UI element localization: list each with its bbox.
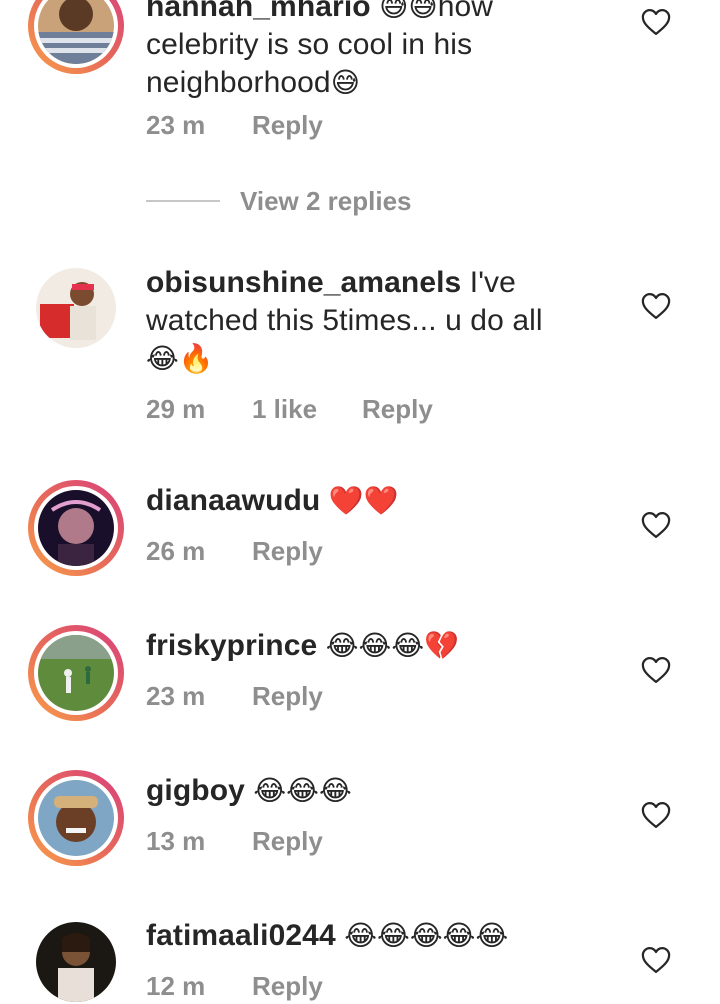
comment-username[interactable]: friskyprince [146,629,317,662]
comment-text: dianaawudu ❤️❤️ [146,482,606,520]
avatar [38,780,114,856]
avatar [38,490,114,566]
view-replies-button[interactable]: View 2 replies [240,186,412,217]
comment-username[interactable]: fatimaali0244 [146,919,336,952]
comment-time: 23 m [146,110,206,140]
avatar [38,635,114,711]
comment-username[interactable]: hannah_mhario [146,0,371,23]
avatar-story-ring[interactable] [28,0,124,74]
comment-emoji: 😂😂😂😂😂 [344,919,509,952]
avatar-story-ring[interactable] [28,770,124,866]
comment-emoji: 😅 [330,66,360,99]
avatar [36,268,116,348]
reply-button[interactable]: Reply [362,394,433,425]
heart-outline-icon[interactable] [641,801,671,829]
heart-outline-icon[interactable] [641,946,671,974]
comment-text: fatimaali0244 😂😂😂😂😂 [146,917,606,955]
avatar-wrap[interactable] [36,268,116,348]
comment-meta: 23 m Reply [146,110,323,141]
comment-username[interactable]: obisunshine_amanels [146,266,461,299]
heart-outline-icon[interactable] [641,8,671,36]
reply-button[interactable]: Reply [252,681,323,712]
comment-meta: 23 m Reply [146,681,323,712]
comment-emoji: ❤️❤️ [328,484,399,517]
comment-time: 23 m [146,681,206,711]
heart-outline-icon[interactable] [641,292,671,320]
comment-meta: 29 m 1 like Reply [146,394,433,425]
comment-time: 13 m [146,826,206,856]
avatar-wrap[interactable] [36,922,116,1002]
comment-meta: 26 m Reply [146,536,323,567]
avatar [38,0,114,64]
comment-emoji: 😂😂😂💔 [325,629,460,662]
comment-username[interactable]: dianaawudu [146,484,320,517]
reply-button[interactable]: Reply [252,971,323,1002]
comment-text: friskyprince 😂😂😂💔 [146,627,606,665]
like-count[interactable]: 1 like [252,394,362,425]
comment-text: gigboy 😂😂😂 [146,772,606,810]
comment-username[interactable]: gigboy [146,774,245,807]
comment-meta: 13 m Reply [146,826,323,857]
comment-emoji: 😂🔥 [146,342,214,375]
comment-emoji: 😅😅 [379,0,438,23]
comment-time: 12 m [146,971,206,1001]
heart-outline-icon[interactable] [641,656,671,684]
avatar-story-ring[interactable] [28,625,124,721]
reply-button[interactable]: Reply [252,826,323,857]
comment-text: obisunshine_amanels I've watched this 5t… [146,264,606,378]
reply-button[interactable]: Reply [252,536,323,567]
reply-button[interactable]: Reply [252,110,323,141]
comment-time: 26 m [146,536,206,566]
heart-outline-icon[interactable] [641,511,671,539]
comment-text: hannah_mhario 😅😅how celebrity is so cool… [146,0,606,102]
comment-time: 29 m [146,394,206,424]
comment-meta: 12 m Reply [146,971,323,1002]
avatar-story-ring[interactable] [28,480,124,576]
avatar [36,922,116,1002]
replies-divider [146,200,220,202]
comment-emoji: 😂😂😂 [253,774,352,807]
